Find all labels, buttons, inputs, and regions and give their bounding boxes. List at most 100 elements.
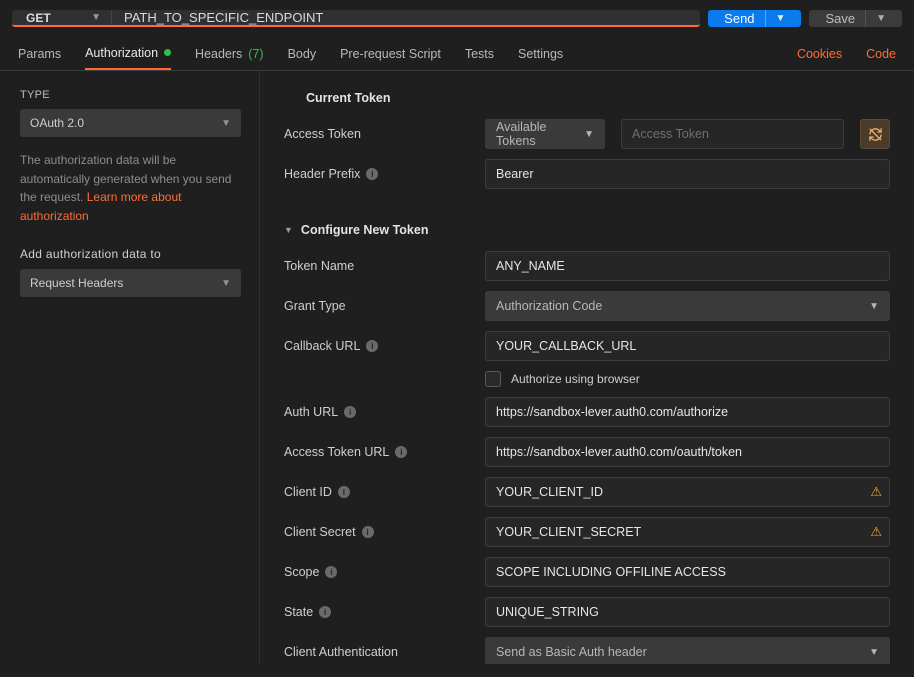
auth-sidebar: TYPE OAuth 2.0 ▼ The authorization data … — [0, 71, 260, 664]
request-url-bar: GET ▼ Send ▼ Save ▼ — [0, 0, 914, 37]
tab-label: Pre-request Script — [340, 47, 441, 61]
chevron-down-icon: ▼ — [221, 278, 231, 289]
sync-token-icon[interactable] — [860, 119, 890, 149]
client-secret-label: Client Secret i — [284, 525, 469, 539]
save-button-label: Save — [825, 11, 855, 26]
label-text: Scope — [284, 565, 319, 579]
select-value: Available Tokens — [496, 120, 584, 148]
url-group: GET ▼ — [12, 10, 700, 27]
cookies-link[interactable]: Cookies — [797, 47, 842, 61]
section-title-text: Configure New Token — [301, 223, 429, 237]
scope-input[interactable] — [485, 557, 890, 587]
client-secret-input[interactable] — [485, 517, 890, 547]
checkbox-icon — [485, 371, 501, 387]
type-label: TYPE — [20, 89, 241, 101]
tab-headers[interactable]: Headers (7) — [195, 37, 264, 70]
add-data-value: Request Headers — [30, 276, 123, 290]
access-token-url-input[interactable] — [485, 437, 890, 467]
authorize-browser-checkbox[interactable]: Authorize using browser — [485, 371, 640, 387]
tab-body[interactable]: Body — [288, 37, 317, 70]
info-icon: i — [362, 526, 374, 538]
label-text: State — [284, 605, 313, 619]
chevron-down-icon: ▼ — [221, 118, 231, 129]
add-data-label: Add authorization data to — [20, 247, 241, 261]
send-button-label: Send — [724, 11, 754, 26]
label-text: Client ID — [284, 485, 332, 499]
info-icon: i — [366, 168, 378, 180]
client-id-input[interactable] — [485, 477, 890, 507]
status-dot-icon — [164, 49, 171, 56]
access-token-label: Access Token — [284, 127, 469, 141]
auth-type-value: OAuth 2.0 — [30, 116, 84, 130]
grant-type-select[interactable]: Authorization Code ▼ — [485, 291, 890, 321]
code-link[interactable]: Code — [866, 47, 896, 61]
chevron-down-icon: ▼ — [91, 12, 101, 23]
state-label: State i — [284, 605, 469, 619]
token-name-label: Token Name — [284, 259, 469, 273]
info-icon: i — [319, 606, 331, 618]
label-text: Access Token — [284, 127, 361, 141]
client-auth-select[interactable]: Send as Basic Auth header ▼ — [485, 637, 890, 664]
checkbox-label: Authorize using browser — [511, 372, 640, 386]
select-value: Send as Basic Auth header — [496, 645, 647, 659]
save-button[interactable]: Save ▼ — [809, 10, 902, 27]
request-url-input[interactable] — [112, 10, 700, 25]
auth-url-label: Auth URL i — [284, 405, 469, 419]
client-id-label: Client ID i — [284, 485, 469, 499]
access-token-url-label: Access Token URL i — [284, 445, 469, 459]
http-method-value: GET — [26, 11, 51, 25]
select-value: Authorization Code — [496, 299, 602, 313]
tab-params[interactable]: Params — [18, 37, 61, 70]
header-prefix-label: Header Prefix i — [284, 167, 469, 181]
header-prefix-input[interactable] — [485, 159, 890, 189]
access-token-input[interactable] — [621, 119, 844, 149]
triangle-down-icon: ▼ — [284, 225, 293, 235]
request-tabs: Params Authorization Headers (7) Body Pr… — [0, 37, 914, 71]
info-icon: i — [395, 446, 407, 458]
token-name-input[interactable] — [485, 251, 890, 281]
label-text: Access Token URL — [284, 445, 389, 459]
label-text: Header Prefix — [284, 167, 360, 181]
tab-label: Body — [288, 47, 317, 61]
auth-url-input[interactable] — [485, 397, 890, 427]
current-token-title: Current Token — [306, 91, 890, 105]
chevron-down-icon[interactable]: ▼ — [865, 10, 886, 27]
http-method-select[interactable]: GET ▼ — [12, 10, 112, 25]
label-text: Client Secret — [284, 525, 356, 539]
chevron-down-icon: ▼ — [869, 301, 879, 312]
tab-settings[interactable]: Settings — [518, 37, 563, 70]
warning-icon: ⚠ — [870, 524, 882, 540]
client-auth-label: Client Authentication — [284, 645, 469, 659]
info-icon: i — [325, 566, 337, 578]
chevron-down-icon: ▼ — [584, 129, 594, 140]
tab-label: Tests — [465, 47, 494, 61]
state-input[interactable] — [485, 597, 890, 627]
auth-body: TYPE OAuth 2.0 ▼ The authorization data … — [0, 71, 914, 664]
tab-prerequest[interactable]: Pre-request Script — [340, 37, 441, 70]
info-icon: i — [338, 486, 350, 498]
tab-label: Settings — [518, 47, 563, 61]
chevron-down-icon[interactable]: ▼ — [765, 10, 786, 27]
tab-authorization[interactable]: Authorization — [85, 37, 171, 70]
label-text: Callback URL — [284, 339, 360, 353]
callback-url-input[interactable] — [485, 331, 890, 361]
auth-main: Current Token Access Token Available Tok… — [260, 71, 914, 664]
callback-url-label: Callback URL i — [284, 339, 469, 353]
tab-label: Params — [18, 47, 61, 61]
available-tokens-select[interactable]: Available Tokens ▼ — [485, 119, 605, 149]
auth-type-select[interactable]: OAuth 2.0 ▼ — [20, 109, 241, 137]
tab-tests[interactable]: Tests — [465, 37, 494, 70]
grant-type-label: Grant Type — [284, 299, 469, 313]
add-data-select[interactable]: Request Headers ▼ — [20, 269, 241, 297]
configure-new-token-title[interactable]: ▼ Configure New Token — [284, 223, 890, 237]
chevron-down-icon: ▼ — [869, 647, 879, 658]
info-icon: i — [344, 406, 356, 418]
tab-count: (7) — [248, 47, 263, 61]
scope-label: Scope i — [284, 565, 469, 579]
info-icon: i — [366, 340, 378, 352]
warning-icon: ⚠ — [870, 484, 882, 500]
auth-help-text: The authorization data will be automatic… — [20, 151, 241, 225]
tab-label: Authorization — [85, 46, 158, 60]
send-button[interactable]: Send ▼ — [708, 10, 801, 27]
label-text: Auth URL — [284, 405, 338, 419]
